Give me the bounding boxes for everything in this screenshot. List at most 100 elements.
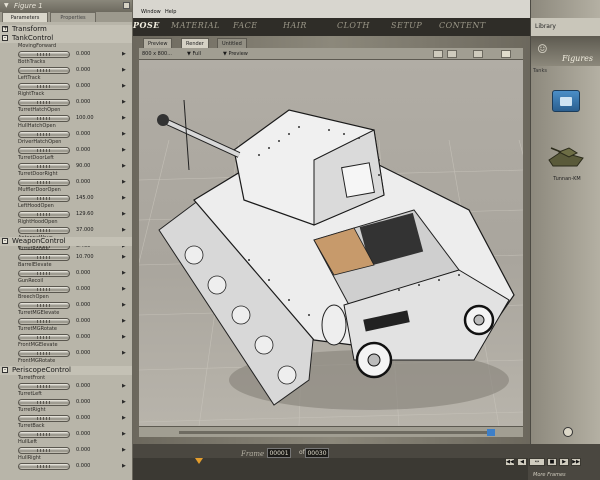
param-menu-icon[interactable]: ▶ (122, 399, 126, 406)
param-menu-icon[interactable]: ▶ (122, 383, 126, 390)
tank-thumbnail[interactable] (547, 142, 587, 170)
param-value[interactable]: 10.700 (76, 254, 94, 261)
param-value[interactable]: 0.000 (76, 399, 90, 406)
param-dial[interactable] (18, 99, 70, 106)
param-dial[interactable] (18, 51, 70, 58)
param-dial[interactable] (18, 447, 70, 454)
current-frame-field[interactable]: 00001 (267, 448, 291, 458)
param-dial[interactable] (18, 318, 70, 325)
param-value[interactable]: 0.000 (76, 431, 90, 438)
group-tank-control[interactable]: - TankControl (0, 34, 132, 43)
go-to-start-icon[interactable]: ◀◀ (505, 458, 515, 466)
param-menu-icon[interactable]: ▶ (122, 350, 126, 357)
param-menu-icon[interactable]: ▶ (122, 67, 126, 74)
param-row[interactable]: HullRight 0.000 ▶ (14, 455, 132, 473)
tab-material[interactable]: MATERIAL (171, 19, 220, 32)
param-dial[interactable] (18, 334, 70, 341)
param-dial[interactable] (18, 350, 70, 357)
param-value[interactable]: 37.000 (76, 227, 94, 234)
param-dial[interactable] (18, 399, 70, 406)
param-value[interactable]: 0.000 (76, 415, 90, 422)
collapse-icon[interactable]: ▼ (4, 0, 9, 12)
param-dial[interactable] (18, 383, 70, 390)
param-menu-icon[interactable]: ▶ (122, 131, 126, 138)
param-value[interactable]: 0.000 (76, 447, 90, 454)
param-menu-icon[interactable]: ▶ (122, 147, 126, 154)
group-weapon-control[interactable]: - WeaponControl (0, 237, 132, 246)
param-menu-icon[interactable]: ▶ (122, 447, 126, 454)
param-menu-icon[interactable]: ▶ (122, 415, 126, 422)
param-dial[interactable] (18, 195, 70, 202)
render-icon[interactable] (447, 50, 457, 58)
param-value[interactable]: 100.00 (76, 115, 94, 122)
collapse-icon[interactable]: - (2, 238, 8, 244)
param-menu-icon[interactable]: ▶ (122, 195, 126, 202)
tab-parameters[interactable]: Parameters (2, 12, 48, 22)
folder-up-icon[interactable] (552, 90, 580, 112)
tab-properties[interactable]: Properties (50, 12, 96, 22)
param-menu-icon[interactable]: ▶ (122, 270, 126, 277)
frame-marker-icon[interactable] (195, 458, 203, 464)
param-dial[interactable] (18, 254, 70, 261)
param-value[interactable]: 145.00 (76, 195, 94, 202)
param-dial[interactable] (18, 463, 70, 470)
param-value[interactable]: 0.000 (76, 147, 90, 154)
param-dial[interactable] (18, 147, 70, 154)
param-value[interactable]: 90.00 (76, 163, 90, 170)
timeline[interactable] (133, 458, 528, 480)
param-menu-icon[interactable]: ▶ (122, 318, 126, 325)
tab-preview[interactable]: Preview (143, 38, 173, 48)
tab-setup[interactable]: SETUP (391, 19, 422, 32)
tab-render[interactable]: Render (181, 38, 209, 48)
play-icon[interactable]: ▶ (559, 458, 569, 466)
param-menu-icon[interactable]: ▶ (122, 163, 126, 170)
param-value[interactable]: 0.000 (76, 51, 90, 58)
library-header[interactable]: Library (531, 18, 600, 36)
param-menu-icon[interactable]: ▶ (122, 99, 126, 106)
step-back-icon[interactable]: ◀ (517, 458, 527, 466)
menu-window[interactable]: Window (141, 9, 161, 16)
scroll-track[interactable] (179, 431, 491, 434)
param-dial[interactable] (18, 67, 70, 74)
param-value[interactable]: 0.000 (76, 286, 90, 293)
render-size[interactable]: 800 x 800... (142, 48, 172, 60)
param-menu-icon[interactable]: ▶ (122, 431, 126, 438)
param-value[interactable]: 0.000 (76, 302, 90, 309)
area-render-icon[interactable] (473, 50, 483, 58)
param-dial[interactable] (18, 415, 70, 422)
tab-pose[interactable]: POSE (133, 19, 160, 32)
stop-icon[interactable]: ■ (547, 458, 557, 466)
param-value[interactable]: 0.000 (76, 99, 90, 106)
library-category[interactable]: ☺ Figures (531, 36, 600, 66)
step-forward-icon[interactable]: ▶▶ (571, 458, 581, 466)
param-value[interactable]: 0.000 (76, 463, 90, 470)
param-menu-icon[interactable]: ▶ (122, 254, 126, 261)
panel-title-bar[interactable]: ▼ Figure 1 (0, 0, 132, 12)
tab-untitled[interactable]: Untitled (217, 38, 247, 48)
param-value[interactable]: 0.000 (76, 270, 90, 277)
render-mode-dropdown[interactable]: ▼ Full (187, 48, 201, 60)
param-value[interactable]: 0.000 (76, 318, 90, 325)
save-render-icon[interactable] (501, 50, 511, 58)
param-dial[interactable] (18, 83, 70, 90)
param-value[interactable]: 0.000 (76, 179, 90, 186)
tab-content[interactable]: CONTENT (439, 19, 486, 32)
render-scrollbar[interactable] (139, 426, 523, 437)
param-dial[interactable] (18, 270, 70, 277)
param-menu-icon[interactable]: ▶ (122, 51, 126, 58)
param-menu-icon[interactable]: ▶ (122, 115, 126, 122)
param-menu-icon[interactable]: ▶ (122, 463, 126, 470)
param-dial[interactable] (18, 163, 70, 170)
collapse-icon[interactable]: - (2, 367, 8, 373)
library-breadcrumb[interactable]: Tanks (533, 68, 547, 74)
render-settings-icon[interactable] (433, 50, 443, 58)
param-menu-icon[interactable]: ▶ (122, 83, 126, 90)
param-menu-icon[interactable]: ▶ (122, 227, 126, 234)
param-menu-icon[interactable]: ▶ (122, 334, 126, 341)
param-dial[interactable] (18, 115, 70, 122)
param-value[interactable]: 0.000 (76, 350, 90, 357)
render-viewport[interactable] (139, 60, 523, 426)
param-value[interactable]: 0.000 (76, 383, 90, 390)
scroll-thumb[interactable] (487, 429, 495, 436)
param-value[interactable]: 129.60 (76, 211, 94, 218)
